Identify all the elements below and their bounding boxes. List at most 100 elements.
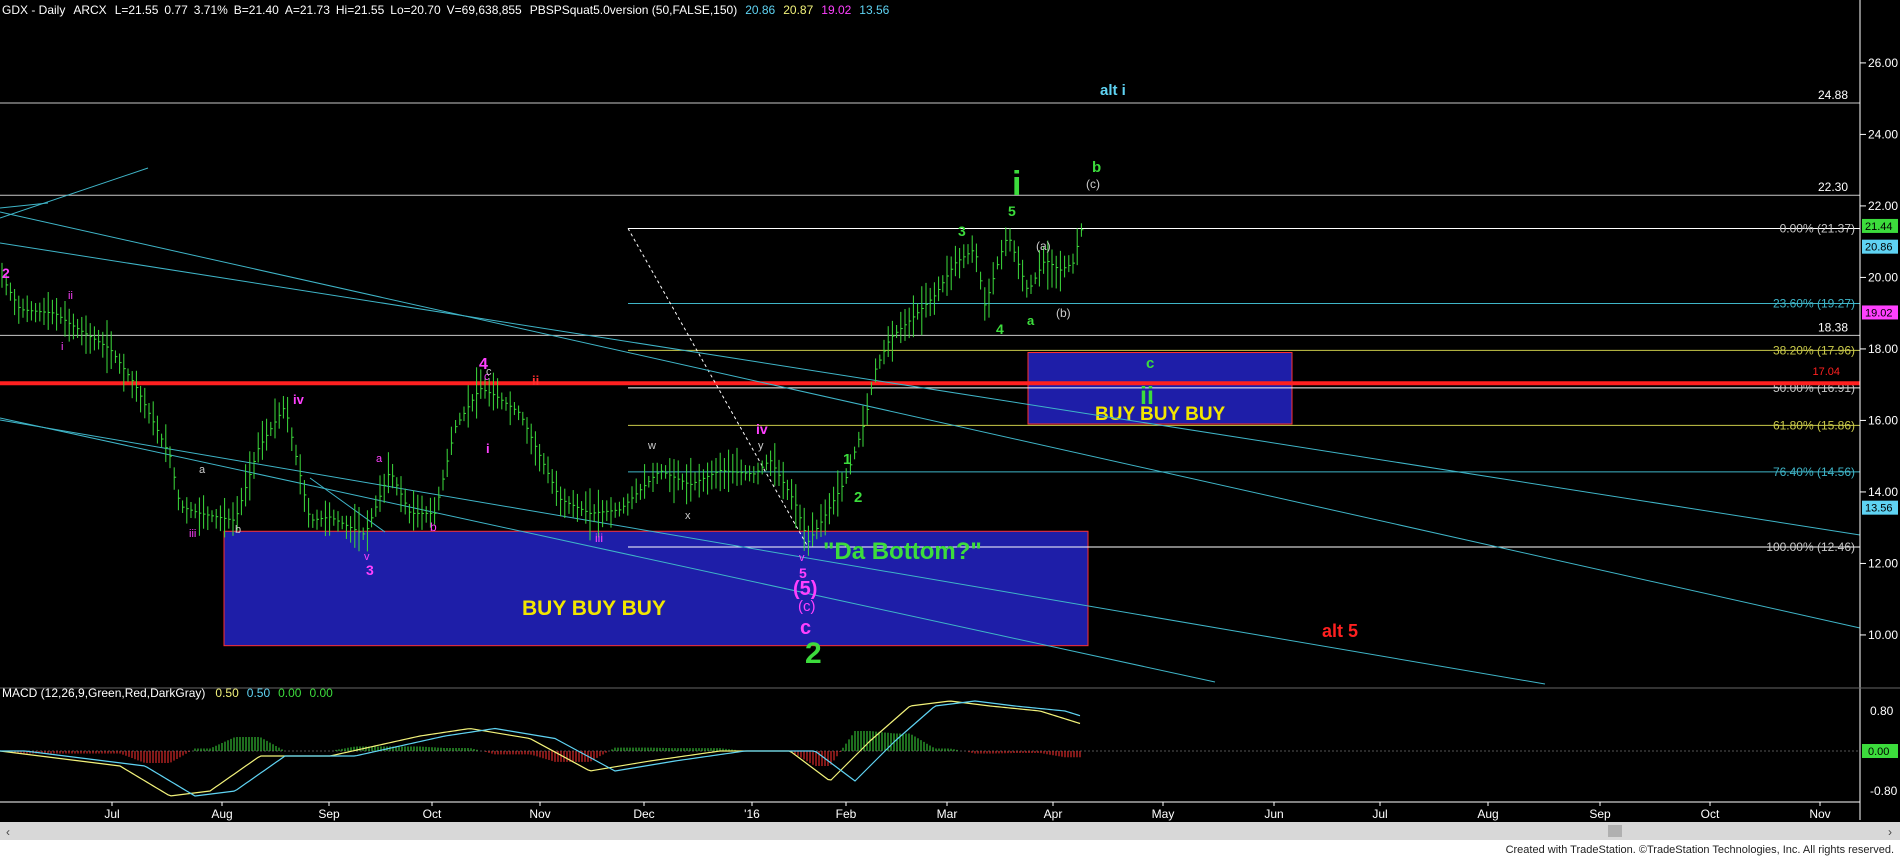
x-tick-label: Oct bbox=[423, 807, 442, 821]
price-marker-label: 19.02 bbox=[1865, 307, 1893, 319]
svg-text:MACD (12,26,9,Green,Red,DarkGr: MACD (12,26,9,Green,Red,DarkGray) 0.50 0.5… bbox=[2, 686, 333, 700]
resistance-label: 17.04 bbox=[1812, 366, 1840, 378]
header-ask: A=21.73 bbox=[285, 3, 330, 17]
wave-label: (c) bbox=[798, 598, 816, 615]
wave-label: y bbox=[758, 440, 764, 452]
x-tick-label: Feb bbox=[836, 807, 857, 821]
wave-label: c bbox=[486, 366, 492, 378]
scroll-left-icon[interactable]: ‹ bbox=[6, 825, 10, 839]
wave-label: v bbox=[799, 552, 805, 564]
macd-marker-label: 0.00 bbox=[1868, 746, 1889, 758]
y-tick-label: 16.00 bbox=[1868, 413, 1898, 427]
wave-label: 2 bbox=[854, 489, 862, 506]
x-tick-label: Oct bbox=[1701, 807, 1720, 821]
x-tick-label: Sep bbox=[1589, 807, 1611, 821]
y-tick-label: 22.00 bbox=[1868, 199, 1898, 213]
y-tick-label: 26.00 bbox=[1868, 56, 1898, 70]
x-tick-label: Jul bbox=[104, 807, 119, 821]
x-tick-label: Dec bbox=[633, 807, 654, 821]
horizontal-scrollbar[interactable]: ‹ › bbox=[0, 822, 1900, 840]
wave-label: b bbox=[235, 524, 241, 536]
x-tick-label: Aug bbox=[211, 807, 232, 821]
wave-label: ii bbox=[532, 373, 539, 388]
chart-header: GDX - Daily ARCX L=21.55 0.77 3.71% B=21.40 A=… bbox=[2, 3, 890, 17]
y-tick-label: 20.00 bbox=[1868, 270, 1898, 284]
y-tick-label: 24.00 bbox=[1868, 127, 1898, 141]
price-marker-label: 21.44 bbox=[1865, 221, 1893, 233]
indicator-value-4: 13.56 bbox=[859, 3, 889, 17]
indicator-value-3: 19.02 bbox=[821, 3, 851, 17]
wave-label: 3 bbox=[366, 562, 374, 578]
fib-label: 0.00% (21.37) bbox=[1780, 221, 1855, 235]
wave-label: a bbox=[376, 453, 383, 465]
footer-credit: Created with TradeStation. ©TradeStation… bbox=[1505, 844, 1894, 856]
fib-label: 100.00% (12.46) bbox=[1766, 540, 1855, 554]
macd-value-2: 0.50 bbox=[247, 686, 271, 700]
wave-label: w bbox=[647, 440, 656, 452]
x-tick-label: Aug bbox=[1477, 807, 1498, 821]
wave-label: ii bbox=[1140, 382, 1154, 410]
header-symbol: GDX - Daily bbox=[2, 3, 65, 17]
wave-label: c bbox=[800, 617, 811, 639]
wave-label: (5) bbox=[793, 578, 817, 600]
buy-zone-label: BUY BUY BUY bbox=[1095, 404, 1226, 425]
x-tick-label: Sep bbox=[318, 807, 340, 821]
fib-label: 61.80% (15.86) bbox=[1773, 418, 1855, 432]
wave-label: c bbox=[1146, 355, 1154, 372]
wave-label: b bbox=[1092, 159, 1101, 176]
wave-label: iii bbox=[189, 528, 196, 540]
macd-value-1: 0.50 bbox=[215, 686, 239, 700]
level-label: 24.88 bbox=[1818, 88, 1848, 102]
wave-label: alt i bbox=[1100, 82, 1126, 99]
wave-label: 2 bbox=[805, 637, 822, 670]
x-tick-label: '16 bbox=[744, 807, 760, 821]
header-exchange: ARCX bbox=[73, 3, 106, 17]
chart-canvas: GDX - Daily ARCX L=21.55 0.77 3.71% B=21.40 A=… bbox=[0, 0, 1900, 858]
wave-label: iv bbox=[756, 421, 768, 437]
buy-zone-label: BUY BUY BUY bbox=[522, 597, 666, 620]
indicator-value-1: 20.86 bbox=[745, 3, 775, 17]
macd-label: MACD (12,26,9,Green,Red,DarkGray) bbox=[2, 686, 205, 700]
wave-label: 4 bbox=[996, 321, 1004, 337]
header-hi: Hi=21.55 bbox=[336, 3, 385, 17]
x-tick-label: Nov bbox=[529, 807, 550, 821]
macd-header: MACD (12,26,9,Green,Red,DarkGray) 0.50 0.5… bbox=[2, 686, 333, 700]
header-indicator-name: PBSPSquat5.0version (50,FALSE,150) bbox=[530, 3, 737, 17]
level-label: 22.30 bbox=[1818, 180, 1848, 194]
wave-label: (b) bbox=[1056, 306, 1071, 320]
x-tick-label: Apr bbox=[1044, 807, 1063, 821]
y-tick-label: 18.00 bbox=[1868, 342, 1898, 356]
wave-label: iii bbox=[595, 531, 603, 545]
header-bid: B=21.40 bbox=[234, 3, 279, 17]
header-change: 0.77 bbox=[164, 3, 188, 17]
header-volume: V=69,638,855 bbox=[447, 3, 522, 17]
y-tick-label: 12.00 bbox=[1868, 556, 1898, 570]
macd-value-4: 0.00 bbox=[309, 686, 333, 700]
wave-label: i bbox=[61, 341, 63, 353]
x-tick-label: Nov bbox=[1809, 807, 1830, 821]
wave-label: i bbox=[486, 441, 490, 456]
wave-label: a bbox=[1027, 313, 1035, 328]
header-last: L=21.55 bbox=[115, 3, 159, 17]
price-marker-label: 13.56 bbox=[1865, 503, 1893, 515]
wave-label: a bbox=[199, 464, 206, 476]
svg-text:GDX - DailyARCXL=21.550.773.71: GDX - Daily ARCX L=21.55 0.77 3.71% B=21.40 A=… bbox=[2, 3, 890, 17]
y-tick-label: 14.00 bbox=[1868, 485, 1898, 499]
wave-label: iv bbox=[293, 392, 305, 407]
y-tick-label: 10.00 bbox=[1868, 628, 1898, 642]
price-marker-label: 20.86 bbox=[1865, 242, 1893, 254]
scroll-right-icon[interactable]: › bbox=[1888, 825, 1892, 839]
wave-label: 3 bbox=[958, 223, 966, 239]
level-label: 18.38 bbox=[1818, 320, 1848, 334]
indicator-value-2: 20.87 bbox=[783, 3, 813, 17]
fib-label: 23.60% (19.27) bbox=[1773, 297, 1855, 311]
macd-tick-label: -0.80 bbox=[1870, 784, 1898, 798]
x-tick-label: Jun bbox=[1264, 807, 1283, 821]
wave-label: (a) bbox=[1036, 239, 1051, 253]
wave-label: alt 5 bbox=[1322, 621, 1358, 641]
wave-label: x bbox=[685, 510, 691, 522]
x-tick-label: May bbox=[1152, 807, 1175, 821]
fib-label: 76.40% (14.56) bbox=[1773, 465, 1855, 479]
wave-label: b bbox=[430, 520, 437, 534]
scrollbar-thumb[interactable] bbox=[1608, 825, 1622, 837]
